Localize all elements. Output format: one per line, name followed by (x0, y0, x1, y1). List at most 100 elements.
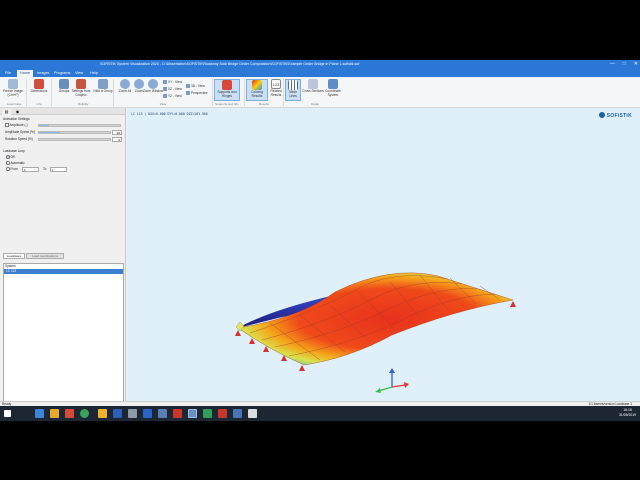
loop-to-select[interactable]: 1 (50, 167, 67, 172)
xy-view-button[interactable]: XY - View (163, 79, 182, 85)
xz-view-button[interactable]: XZ - View (163, 86, 182, 92)
tab-home[interactable]: Home (17, 70, 34, 77)
app-icon[interactable] (248, 409, 257, 418)
settings-graphic-label: Settings from Graphic (71, 89, 91, 97)
taskbar: 16:18 31/05/2019 (0, 406, 640, 421)
xy-view-icon (163, 79, 167, 84)
supports-hinges-label: Supports and Hinges (217, 90, 237, 98)
mesh-lines-icon (288, 80, 298, 90)
loop-to-label: To (43, 167, 47, 171)
loop-automatic-radio[interactable]: Automatic (6, 161, 25, 166)
active-app-icon[interactable] (188, 409, 197, 418)
tab-help[interactable]: Help (87, 70, 101, 77)
ribbon: Freeze Image (Ctrl+F) Dimensions Groups … (0, 77, 640, 108)
dimensions-button[interactable]: Dimensions (28, 79, 50, 101)
y-axis-arrow-icon (375, 388, 381, 393)
perspective-button[interactable]: Perspective (186, 90, 208, 96)
list-item[interactable]: LC 113 (4, 269, 123, 274)
application-window: SOFiSTiK System Visualization 2020 - D:\… (0, 60, 640, 421)
amplitude-speed-label: Amplitude Speed [%] (5, 130, 35, 134)
app-icon[interactable] (233, 409, 242, 418)
tab-programs[interactable]: Programs (51, 70, 73, 77)
xz-view-label: XZ - View (168, 87, 182, 91)
radio-off[interactable] (6, 155, 10, 159)
rotation-speed-slider[interactable] (38, 138, 111, 141)
minimize-button[interactable]: — (610, 61, 615, 67)
supports-hinges-button[interactable]: Supports and Hinges (214, 79, 240, 101)
folder-icon[interactable] (50, 409, 59, 418)
amplitude-slider-fill (39, 125, 49, 126)
loop-from-radio[interactable]: From (6, 167, 18, 172)
slab-surface (237, 272, 514, 366)
excel-icon[interactable] (203, 409, 212, 418)
settings-from-graphic-button[interactable]: Settings from Graphic (70, 79, 92, 101)
radio-automatic[interactable] (6, 161, 10, 165)
loadcase-list: System LC 113 (3, 263, 124, 421)
radio-from[interactable] (6, 167, 10, 171)
panel-tab-view[interactable]: ◉ (13, 109, 22, 115)
coordinate-system-button[interactable]: Coordinate System (321, 79, 345, 101)
amplitude-slider[interactable] (38, 124, 121, 127)
tab-images[interactable]: Images (34, 70, 52, 77)
panel-tab-settings[interactable]: ▤ (2, 109, 11, 115)
loop-off-radio[interactable]: Off (6, 155, 15, 160)
graphics-viewport[interactable]: LC 113 | DXX=0.000 DYY=0.000 DZZ=261.966… (127, 108, 640, 401)
support-icon (510, 301, 516, 307)
loadcase-loop-title: Loadcase Loop (3, 149, 25, 153)
coordinate-system-label: Coordinate System (325, 89, 341, 97)
word-icon[interactable] (113, 409, 122, 418)
tab-view[interactable]: View (72, 70, 86, 77)
load-combinations-tab[interactable]: Load Combinations (26, 253, 64, 259)
yz-view-button[interactable]: YZ - View (163, 93, 182, 99)
browser-icon[interactable] (80, 409, 89, 418)
app-icon[interactable] (158, 409, 167, 418)
windows-start-icon[interactable] (4, 410, 11, 417)
group-label-info: Info (36, 102, 42, 106)
loop-automatic-label: Automatic (10, 161, 25, 165)
dimensions-label: Dimensions (30, 89, 48, 93)
bridge-slab[interactable] (235, 272, 516, 371)
yz-view-icon (163, 93, 167, 98)
xy-view-label: XY - View (168, 80, 182, 84)
rotation-speed-input[interactable]: 0 (112, 137, 122, 142)
group-separator (51, 79, 52, 106)
coordinate-system-icon (328, 79, 338, 89)
tab-file[interactable]: File (2, 70, 14, 77)
sofistik-taskbar-icon[interactable] (143, 409, 152, 418)
checkbox-box[interactable] (5, 123, 9, 127)
explorer-icon[interactable] (35, 409, 44, 418)
loadcases-tab[interactable]: Loadcases (3, 253, 25, 259)
group-label-view: View (159, 102, 167, 106)
xz-view-icon (163, 86, 167, 91)
3d-view-icon (186, 83, 190, 88)
loop-off-label: Off (10, 155, 15, 159)
mesh-lines-label: Mesh Lines (289, 90, 297, 98)
coloring-results-label: Coloring Results (251, 90, 263, 98)
amplitude-checkbox[interactable]: Amplitude (-) (5, 123, 28, 128)
amplitude-speed-input[interactable]: 30 (112, 130, 122, 135)
files-icon[interactable] (98, 409, 107, 418)
freeze-image-label: Freeze Image (Ctrl+F) (3, 89, 23, 97)
zoom-window-button[interactable]: Zoom Window (142, 79, 164, 101)
tool-icon[interactable] (128, 409, 137, 418)
close-button[interactable]: ✕ (634, 61, 638, 67)
app-icon[interactable] (65, 409, 74, 418)
maximize-button[interactable]: □ (623, 61, 626, 67)
group-label-results: Results (258, 102, 269, 106)
hide-group-label: Hide a Group (93, 89, 113, 93)
pdf-icon[interactable] (173, 409, 182, 418)
3d-view-label: 3D - View (191, 84, 205, 88)
mesh-lines-button[interactable]: Mesh Lines (285, 79, 301, 101)
amplitude-label: Amplitude (-) (9, 123, 28, 127)
loop-from-select[interactable]: 1 (22, 167, 39, 172)
app-icon[interactable] (218, 409, 227, 418)
clock[interactable]: 16:18 31/05/2019 (619, 408, 636, 418)
group-label-supports: Supports and Hin... (215, 102, 241, 106)
freeze-image-button[interactable]: Freeze Image (Ctrl+F) (2, 79, 24, 101)
3d-view-button[interactable]: 3D - View (186, 83, 205, 89)
window-title: SOFiSTiK System Visualization 2020 - D:\… (100, 62, 360, 66)
yz-view-label: YZ - View (168, 94, 182, 98)
amplitude-speed-slider[interactable] (38, 131, 111, 134)
hide-group-button[interactable]: Hide a Group (92, 79, 114, 101)
group-label-visibility: Visibility (77, 102, 89, 106)
